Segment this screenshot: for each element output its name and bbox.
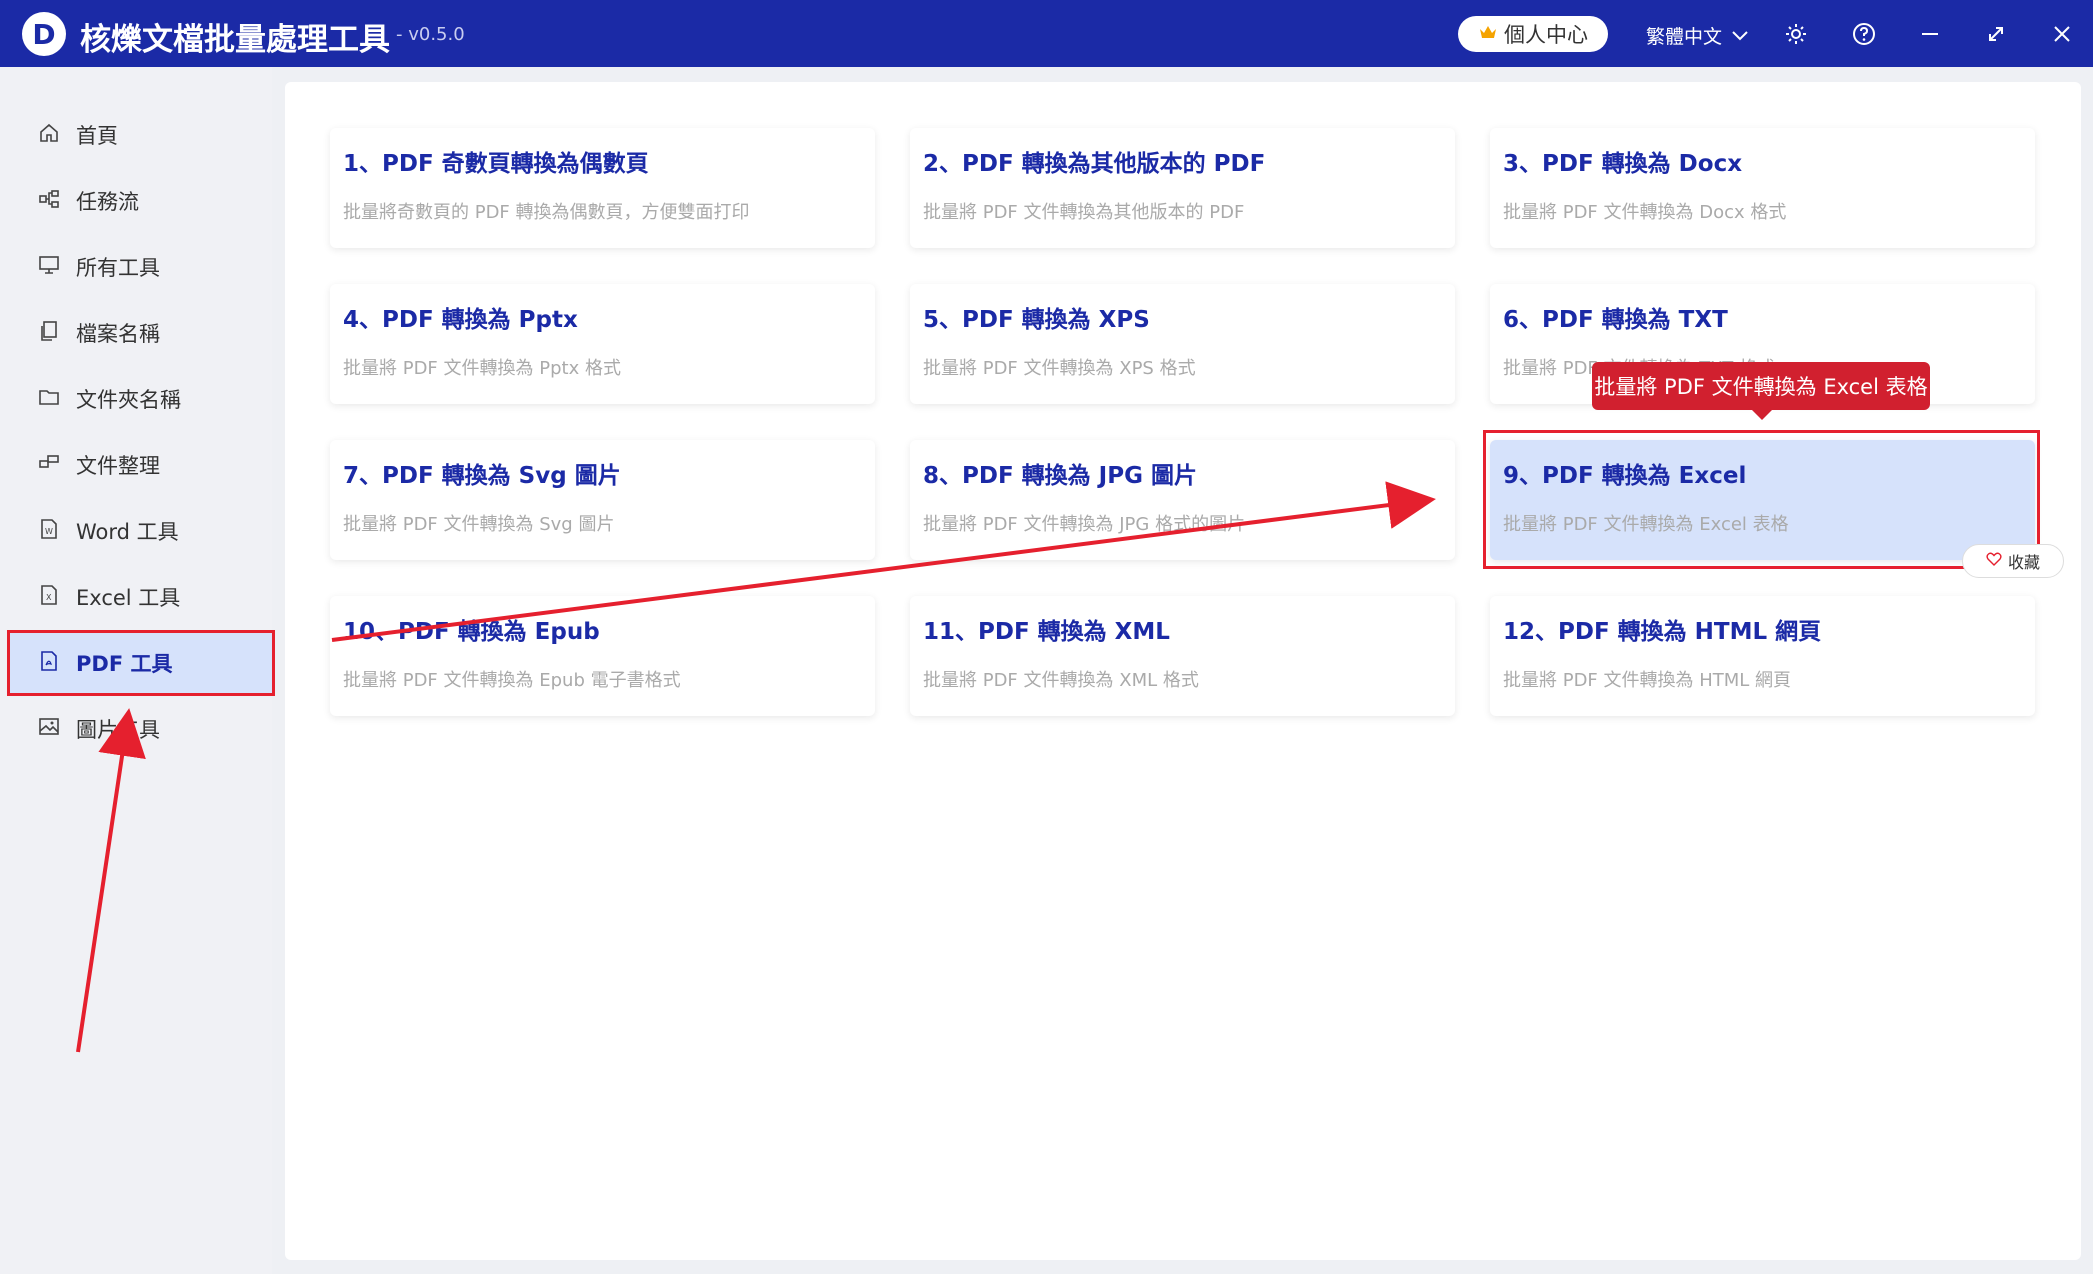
minimize-icon[interactable] <box>1914 18 1946 50</box>
organize-icon <box>38 452 60 479</box>
user-center-button[interactable]: 個人中心 <box>1458 16 1608 52</box>
sidebar-item-file-organize[interactable]: 文件整理 <box>10 435 272 495</box>
tool-card-desc: 批量將 PDF 文件轉換為 Docx 格式 <box>1503 202 1787 223</box>
tool-card-title: 5、PDF 轉換為 XPS <box>923 307 1150 333</box>
user-center-label: 個人中心 <box>1504 23 1588 47</box>
word-icon: W <box>38 518 60 545</box>
tool-card-pdf-to-xml[interactable]: 11、PDF 轉換為 XML 批量將 PDF 文件轉換為 XML 格式 <box>910 596 1455 716</box>
tool-card-desc: 批量將奇數頁的 PDF 轉換為偶數頁，方便雙面打印 <box>343 202 750 223</box>
image-icon <box>38 716 60 743</box>
tool-card-pdf-to-html[interactable]: 12、PDF 轉換為 HTML 網頁 批量將 PDF 文件轉換為 HTML 網頁 <box>1490 596 2035 716</box>
tool-card-pdf-to-docx[interactable]: 3、PDF 轉換為 Docx 批量將 PDF 文件轉換為 Docx 格式 <box>1490 128 2035 248</box>
tool-card-pdf-to-xps[interactable]: 5、PDF 轉換為 XPS 批量將 PDF 文件轉換為 XPS 格式 <box>910 284 1455 404</box>
sidebar: 首頁 任務流 所有工具 檔案名稱 文件夾名稱 文件整理 W Word 工具 X … <box>0 67 275 1274</box>
sidebar-item-label: 文件夾名稱 <box>76 388 181 412</box>
sidebar-item-folder-name[interactable]: 文件夾名稱 <box>10 369 272 429</box>
tool-card-title: 4、PDF 轉換為 Pptx <box>343 307 578 333</box>
folder-icon <box>38 386 60 413</box>
excel-icon: X <box>38 584 60 611</box>
sidebar-item-all-tools[interactable]: 所有工具 <box>10 237 272 297</box>
sidebar-item-pdf-tools[interactable]: PDF 工具 <box>7 630 275 696</box>
tool-card-desc: 批量將 PDF 文件轉換為 Epub 電子書格式 <box>343 670 681 691</box>
language-select[interactable]: 繁體中文 <box>1646 20 1748 50</box>
sidebar-item-label: 圖片工具 <box>76 718 160 742</box>
tool-card-title: 7、PDF 轉換為 Svg 圖片 <box>343 463 621 489</box>
sidebar-item-label: 任務流 <box>76 190 139 214</box>
tool-card-title: 10、PDF 轉換為 Epub <box>343 619 600 645</box>
tool-card-title: 3、PDF 轉換為 Docx <box>1503 151 1743 177</box>
sidebar-item-image-tools[interactable]: 圖片工具 <box>10 699 272 759</box>
app-title: 核爍文檔批量處理工具 <box>80 22 390 58</box>
favorite-label: 收藏 <box>2007 553 2040 572</box>
tool-card-pdf-version[interactable]: 2、PDF 轉換為其他版本的 PDF 批量將 PDF 文件轉換為其他版本的 PD… <box>910 128 1455 248</box>
gear-icon[interactable] <box>1780 18 1812 50</box>
sidebar-item-label: Excel 工具 <box>76 586 181 610</box>
tool-card-desc: 批量將 PDF 文件轉換為 XPS 格式 <box>923 358 1196 379</box>
sidebar-item-label: Word 工具 <box>76 520 179 544</box>
svg-text:W: W <box>45 527 53 536</box>
monitor-icon <box>38 254 60 281</box>
svg-text:X: X <box>46 593 52 602</box>
tool-card-desc: 批量將 PDF 文件轉換為 XML 格式 <box>923 670 1199 691</box>
tool-card-desc: 批量將 PDF 文件轉換為 HTML 網頁 <box>1503 670 1792 691</box>
sidebar-item-label: 首頁 <box>76 124 118 148</box>
app-logo: D <box>22 12 66 56</box>
tool-card-title: 2、PDF 轉換為其他版本的 PDF <box>923 151 1266 177</box>
sidebar-item-label: 檔案名稱 <box>76 322 160 346</box>
title-bar: D 核爍文檔批量處理工具 - v0.5.0 個人中心 繁體中文 <box>0 0 2093 67</box>
file-copy-icon <box>38 320 60 347</box>
tool-card-pdf-to-svg[interactable]: 7、PDF 轉換為 Svg 圖片 批量將 PDF 文件轉換為 Svg 圖片 <box>330 440 875 560</box>
tool-card-desc: 批量將 PDF 文件轉換為 Svg 圖片 <box>343 514 615 535</box>
workflow-icon <box>38 188 60 215</box>
help-icon[interactable] <box>1848 18 1880 50</box>
tool-card-pdf-to-jpg[interactable]: 8、PDF 轉換為 JPG 圖片 批量將 PDF 文件轉換為 JPG 格式的圖片 <box>910 440 1455 560</box>
sidebar-item-home[interactable]: 首頁 <box>10 105 272 165</box>
tool-card-desc: 批量將 PDF 文件轉換為其他版本的 PDF <box>923 202 1245 223</box>
sidebar-item-excel-tools[interactable]: X Excel 工具 <box>10 567 272 627</box>
maximize-icon[interactable] <box>1980 18 2012 50</box>
sidebar-item-workflow[interactable]: 任務流 <box>10 171 272 231</box>
home-icon <box>38 122 60 149</box>
crown-icon <box>1478 22 1498 46</box>
chevron-down-icon <box>1732 24 1748 46</box>
tool-card-title: 12、PDF 轉換為 HTML 網頁 <box>1503 619 1822 645</box>
tool-card-title: 11、PDF 轉換為 XML <box>923 619 1170 645</box>
annotation-highlight-box <box>7 630 275 696</box>
tool-card-desc: 批量將 PDF 文件轉換為 JPG 格式的圖片 <box>923 514 1246 535</box>
heart-icon <box>1986 551 2002 571</box>
sidebar-item-label: 所有工具 <box>76 256 160 280</box>
annotation-highlight-box <box>1483 430 2040 569</box>
tool-card-desc: 批量將 PDF 文件轉換為 Pptx 格式 <box>343 358 621 379</box>
tool-card-pdf-to-epub[interactable]: 10、PDF 轉換為 Epub 批量將 PDF 文件轉換為 Epub 電子書格式 <box>330 596 875 716</box>
sidebar-item-word-tools[interactable]: W Word 工具 <box>10 501 272 561</box>
language-label: 繁體中文 <box>1646 25 1723 48</box>
close-icon[interactable] <box>2046 18 2078 50</box>
tool-card-title: 1、PDF 奇數頁轉換為偶數頁 <box>343 151 649 177</box>
sidebar-item-label: 文件整理 <box>76 454 160 478</box>
sidebar-item-file-name[interactable]: 檔案名稱 <box>10 303 272 363</box>
tool-card-title: 6、PDF 轉換為 TXT <box>1503 307 1728 333</box>
tooltip-text: 批量將 PDF 文件轉換為 Excel 表格 <box>1594 375 1928 399</box>
tool-card-pdf-to-pptx[interactable]: 4、PDF 轉換為 Pptx 批量將 PDF 文件轉換為 Pptx 格式 <box>330 284 875 404</box>
favorite-button[interactable]: 收藏 <box>1962 544 2064 578</box>
tool-card-pdf-odd-to-even[interactable]: 1、PDF 奇數頁轉換為偶數頁 批量將奇數頁的 PDF 轉換為偶數頁，方便雙面打… <box>330 128 875 248</box>
tooltip: 批量將 PDF 文件轉換為 Excel 表格 <box>1592 362 1930 420</box>
app-version: - v0.5.0 <box>396 24 465 45</box>
tool-card-title: 8、PDF 轉換為 JPG 圖片 <box>923 463 1197 489</box>
